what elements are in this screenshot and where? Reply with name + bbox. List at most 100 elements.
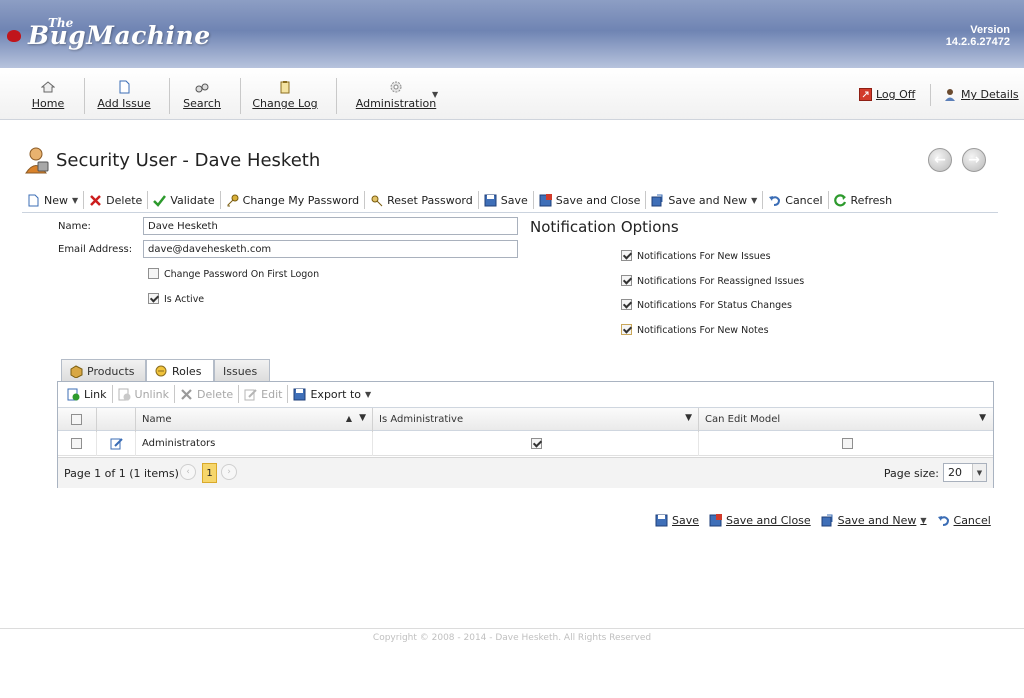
refresh-label: Refresh (850, 193, 893, 207)
refresh-icon (833, 193, 846, 206)
filter-icon[interactable]: ▼ (359, 413, 366, 423)
record-toolbar: New ▼ Delete Validate Change My Password… (22, 188, 998, 213)
notify-new-notes-checkbox[interactable] (621, 324, 632, 335)
export-to-label: Export to (310, 387, 362, 401)
filter-icon[interactable]: ▼ (685, 413, 692, 423)
save-new-icon (821, 514, 833, 527)
box-icon (70, 364, 83, 378)
grid-delete-label: Delete (197, 387, 234, 401)
save-close-icon (709, 514, 723, 527)
notify-status-changes-checkbox[interactable] (621, 299, 632, 310)
chevron-down-icon[interactable]: ▼ (72, 196, 78, 205)
grid-header: Name ▲ ▼ Is Administrative ▼ Can Edit Mo… (58, 407, 994, 432)
save-and-new-button[interactable]: Save and New ▼ (646, 189, 762, 211)
previous-page-button[interactable]: ‹ (180, 464, 196, 480)
edit-row-icon[interactable] (110, 437, 123, 450)
tab-issues-label: Issues (223, 364, 258, 378)
unlink-button[interactable]: Unlink (113, 383, 174, 405)
copyright-text: Copyright © 2008 - 2014 - Dave Hesketh. … (372, 633, 652, 643)
chevron-right-icon: › (227, 467, 231, 477)
grid-delete-button[interactable]: Delete (175, 383, 238, 405)
menu-add-issue[interactable]: Add Issue (94, 76, 154, 114)
notify-new-issues-checkbox[interactable] (621, 250, 632, 261)
page-size-label: Page size: (883, 467, 939, 480)
page-size-select[interactable]: 20 ▼ (943, 463, 987, 482)
notify-reassigned-issues-label: Notifications For Reassigned Issues (637, 276, 805, 287)
page-number-button[interactable]: 1 (202, 463, 217, 483)
tab-roles[interactable]: Roles (146, 359, 214, 383)
unlink-label: Unlink (134, 387, 170, 401)
is-active-checkbox[interactable] (148, 293, 159, 304)
edit-column-header (97, 408, 136, 432)
notify-new-notes-label: Notifications For New Notes (637, 325, 769, 336)
grid-edit-button[interactable]: Edit (239, 383, 287, 405)
refresh-button[interactable]: Refresh (829, 189, 898, 211)
menu-divider (336, 78, 337, 114)
email-field[interactable] (143, 240, 518, 258)
version-label: Version (970, 24, 1010, 36)
validate-button[interactable]: Validate (148, 189, 219, 211)
save-and-close-button[interactable]: Save and Close (534, 189, 646, 211)
table-row[interactable]: Administrators (58, 432, 993, 456)
app-logo-the: The (48, 16, 74, 30)
link-add-icon (67, 388, 80, 400)
column-header-name[interactable]: Name ▲ ▼ (136, 408, 373, 432)
link-button[interactable]: Link (62, 383, 112, 405)
row-name-cell: Administrators (136, 432, 373, 456)
chevron-down-icon[interactable]: ▼ (920, 516, 926, 525)
change-my-password-button[interactable]: Change My Password (221, 189, 365, 211)
my-details-link[interactable]: My Details (944, 88, 1019, 101)
menu-search[interactable]: Search (180, 76, 224, 114)
row-can-edit-model-cell (699, 432, 994, 456)
column-can-edit-model-label: Can Edit Model (705, 414, 781, 425)
save-button[interactable]: Save (479, 189, 533, 211)
next-record-button[interactable]: → (962, 148, 986, 172)
bottom-save-and-new-button[interactable]: Save and New ▼ (821, 514, 927, 527)
filter-icon[interactable]: ▼ (979, 413, 986, 423)
bottom-save-button[interactable]: Save (655, 514, 699, 527)
save-and-new-label: Save and New (668, 193, 748, 207)
bottom-save-label: Save (672, 514, 700, 527)
new-button[interactable]: New ▼ (22, 189, 83, 211)
menu-change-log[interactable]: Change Log (252, 76, 318, 114)
previous-record-button[interactable]: ← (928, 148, 952, 172)
bottom-save-and-close-button[interactable]: Save and Close (709, 514, 811, 527)
log-off-link[interactable]: Log Off (859, 88, 915, 101)
reset-password-label: Reset Password (387, 193, 473, 207)
delete-button[interactable]: Delete (84, 189, 147, 211)
column-header-is-administrative[interactable]: Is Administrative ▼ (373, 408, 699, 432)
grid-pager: Page 1 of 1 (1 items) ‹ 1 › Page size: 2… (58, 457, 993, 488)
select-all-checkbox[interactable] (71, 414, 82, 425)
notify-reassigned-issues-checkbox[interactable] (621, 275, 632, 286)
column-name-label: Name (142, 414, 172, 425)
column-header-can-edit-model[interactable]: Can Edit Model ▼ (699, 408, 994, 432)
grid-toolbar: Link Unlink Delete Edit Export to ▼ (58, 382, 993, 406)
chevron-down-icon[interactable]: ▼ (751, 196, 757, 205)
menu-home[interactable]: Home (26, 76, 70, 114)
name-label: Name: (58, 221, 91, 232)
arrow-left-icon: ← (934, 152, 946, 168)
notification-options-title: Notification Options (530, 218, 679, 236)
tab-products[interactable]: Products (61, 359, 146, 382)
save-new-icon (651, 194, 663, 206)
chevron-down-icon[interactable]: ▼ (972, 464, 986, 481)
validate-label: Validate (170, 193, 215, 207)
bottom-cancel-button[interactable]: Cancel (937, 514, 991, 527)
bottom-save-and-close-label: Save and Close (726, 514, 811, 527)
cancel-button[interactable]: Cancel (763, 189, 827, 211)
menu-administration[interactable]: Administration ▼ (348, 76, 444, 114)
log-off-label: Log Off (876, 88, 916, 101)
menu-divider (240, 78, 241, 114)
page-header: Security User - Dave Hesketh (24, 146, 320, 174)
row-select-checkbox[interactable] (71, 438, 82, 449)
new-document-icon (119, 80, 130, 94)
app-banner: BugMachine The Version 14.2.6.27472 (0, 0, 1024, 68)
export-icon (293, 388, 306, 400)
tab-issues[interactable]: Issues (214, 359, 270, 382)
reset-password-button[interactable]: Reset Password (365, 189, 478, 211)
export-to-button[interactable]: Export to ▼ (288, 383, 376, 405)
name-field[interactable] (143, 217, 518, 235)
next-page-button[interactable]: › (221, 464, 237, 480)
change-password-checkbox[interactable] (148, 268, 159, 279)
checkmark-icon (153, 194, 167, 207)
